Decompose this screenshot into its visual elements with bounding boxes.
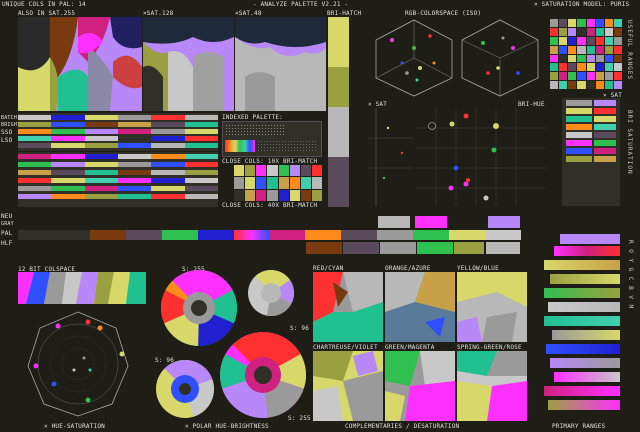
footer-primary-ranges: PRIMARY RANGES (552, 423, 606, 430)
comp-orange-azure-label: ORANGE/AZURE (385, 265, 431, 272)
bri-hatch-panel (328, 17, 349, 207)
comp-red-cyan (313, 272, 383, 342)
close-cols-10-grid (234, 165, 322, 201)
app-title: - ANALYZE PALETTE V2.21 - (253, 1, 349, 8)
rgb-colorspace-left (375, 19, 453, 97)
batch-label: BATCH (1, 115, 18, 121)
x-sat-label: × SAT (368, 101, 388, 108)
indexed-palette-label: INDEXED PALETTE: (222, 114, 283, 121)
sat128-panel (143, 17, 234, 111)
bri-saturation-label: BRI SATURATION (626, 110, 633, 175)
hue-saturation-plot (27, 311, 129, 417)
comp-spring-rose-label: SPRING-GREEN/ROSE (457, 344, 522, 351)
bri-hue-label: BRI-HUE (518, 101, 545, 108)
roygcbvm-label: R O Y G C B V M (627, 240, 634, 310)
comp-green-magenta (385, 351, 455, 421)
comp-yellow-blue (457, 272, 527, 342)
sso-label: SSO (1, 129, 13, 136)
rgb-colorspace-right (461, 19, 539, 97)
comp-chartreuse-violet (313, 351, 383, 421)
comp-chartreuse-violet-label: CHARTREUSE/VIOLET (313, 344, 378, 351)
footer-hue-saturation: × HUE-SATURATION (44, 423, 105, 430)
primary-ranges-panel (540, 232, 624, 420)
polar-disc-small-left (156, 360, 214, 418)
stacked-bars-bottom (18, 152, 218, 207)
hlf-label: HLF (1, 240, 13, 247)
comp-green-magenta-label: GREEN/MAGENTA (385, 344, 435, 351)
comp-yellow-blue-label: YELLOW/BLUE (457, 265, 499, 272)
sat128-label: ×SAT.128 (143, 10, 174, 17)
bri-saturation-panel (562, 98, 620, 206)
unique-cols-label: UNIQUE COLS IN PAL: 14 (2, 1, 86, 8)
lso-label: LSO (1, 137, 13, 144)
useful-ranges-label: USEFUL RANGES (626, 20, 633, 80)
sat-plot (368, 108, 414, 206)
indexed-palette-box (222, 121, 322, 157)
saturation-model-label: × SATURATION MODEL: PURIS (534, 1, 630, 8)
footer-polar: × POLAR HUE-BRIGHTNESS (185, 423, 269, 430)
comp-spring-rose (457, 351, 527, 421)
rgb-colorspace-label: RGB-COLORSPACE (ISO) (405, 10, 482, 17)
sat48-label: ×SAT.48 (235, 10, 262, 17)
polar-disc-small-right (248, 270, 294, 316)
useful-ranges-grid (550, 19, 622, 89)
sat255-panel (18, 17, 142, 111)
close-cols-10-label: CLOSE COLS: 10X BRI-MATCH (222, 158, 318, 165)
pal-label: PAL (1, 230, 13, 237)
comp-orange-azure (385, 272, 455, 342)
close-cols-40-label: CLOSE COLS: 40X BRI-MATCH (222, 202, 318, 209)
sat255-label: ALSO IN SAT.255 (18, 10, 76, 17)
neu-label: NEU (1, 213, 13, 220)
comp-red-cyan-label: RED/CYAN (313, 265, 344, 272)
sat48-panel (235, 17, 326, 111)
stacked-bars-top (18, 113, 218, 151)
bri-hatch-label: BRI-HATCH (327, 10, 362, 17)
neutral-strip (18, 212, 521, 260)
footer-complementaries: COMPLEMENTARIES / DESATURATION (345, 423, 460, 430)
gray-label: GRAY (1, 221, 14, 227)
bit12-colspace (18, 272, 146, 304)
bri-hue-plot (416, 108, 546, 206)
polar-disc-bottom (220, 332, 306, 418)
